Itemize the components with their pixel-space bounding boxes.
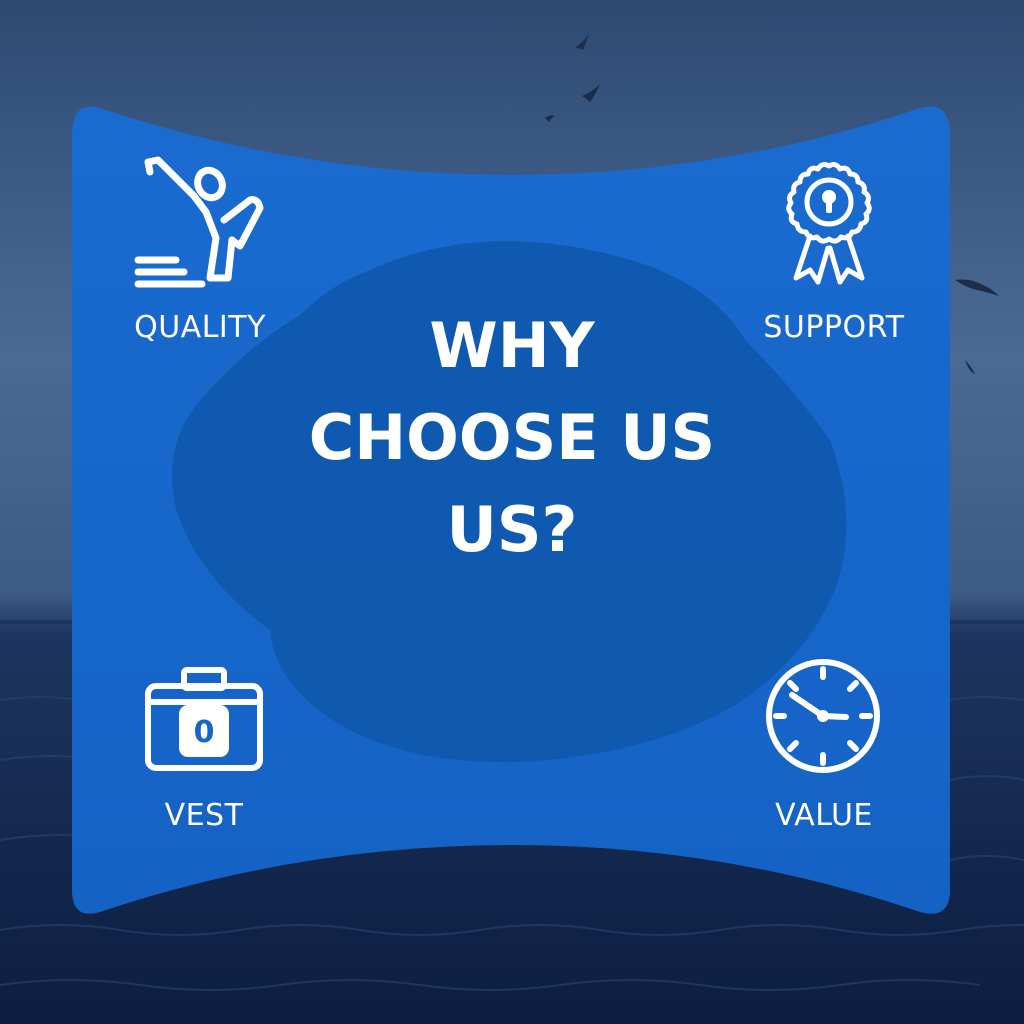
headline-line-3: US? <box>446 493 578 566</box>
headline-line-1: WHY <box>429 309 595 382</box>
feature-label-quality: QUALITY <box>134 310 266 345</box>
person-sliding-icon <box>134 156 264 288</box>
why-choose-us-graphic: WHY CHOOSE US US? QUALITY SUPPORT 0 VEST… <box>0 0 1024 1024</box>
headline: WHY CHOOSE US US? <box>262 300 762 576</box>
svg-text:0: 0 <box>194 715 215 750</box>
headline-line-2: CHOOSE US <box>308 401 716 474</box>
feature-label-vest: VEST <box>164 798 244 833</box>
feature-label-support: SUPPORT <box>763 310 905 345</box>
briefcase-icon: 0 <box>145 667 263 771</box>
feature-label-value: VALUE <box>775 798 873 833</box>
clock-icon <box>766 659 880 773</box>
award-ribbon-icon <box>786 162 872 285</box>
